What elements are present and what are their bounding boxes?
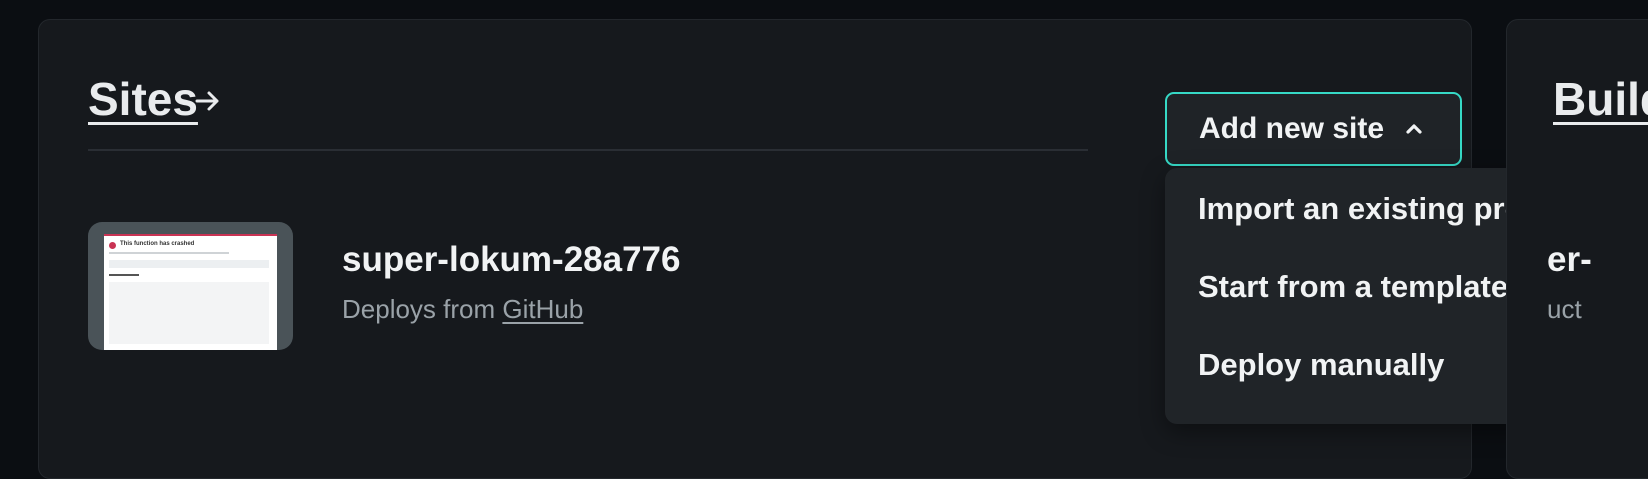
add-new-site-label: Add new site — [1199, 112, 1385, 145]
build-item-name[interactable]: er- — [1547, 242, 1592, 277]
add-new-site-button[interactable]: Add new site — [1165, 92, 1462, 166]
site-deploy-source: Deploys from GitHub — [342, 296, 583, 322]
thumbnail-text-line — [109, 274, 139, 276]
thumbnail-block — [109, 260, 269, 268]
build-item-subtitle: uct — [1547, 294, 1582, 324]
thumbnail-title: This function has crashed — [120, 241, 195, 247]
error-icon — [109, 242, 116, 249]
builds-card: Build er- uct — [1506, 19, 1648, 479]
thumbnail-text-line — [109, 252, 229, 254]
sites-card: Sites This function has crashed super-lo… — [38, 19, 1648, 479]
github-link[interactable]: GitHub — [502, 294, 583, 324]
thumbnail-block — [109, 282, 269, 344]
sites-title-link[interactable]: Sites — [88, 76, 198, 122]
divider — [88, 149, 1088, 151]
arrow-right-icon[interactable] — [193, 86, 223, 116]
menu-item-start-template[interactable]: Start from a template — [1198, 271, 1508, 302]
menu-item-deploy-manually[interactable]: Deploy manually — [1198, 349, 1444, 380]
chevron-up-icon — [1406, 124, 1422, 134]
thumbnail-preview: This function has crashed — [104, 234, 277, 350]
site-thumbnail[interactable]: This function has crashed — [88, 222, 293, 350]
site-name-link[interactable]: super-lokum-28a776 — [342, 242, 680, 277]
builds-title-link[interactable]: Build — [1553, 76, 1648, 122]
deploys-from-label: Deploys from — [342, 294, 496, 324]
